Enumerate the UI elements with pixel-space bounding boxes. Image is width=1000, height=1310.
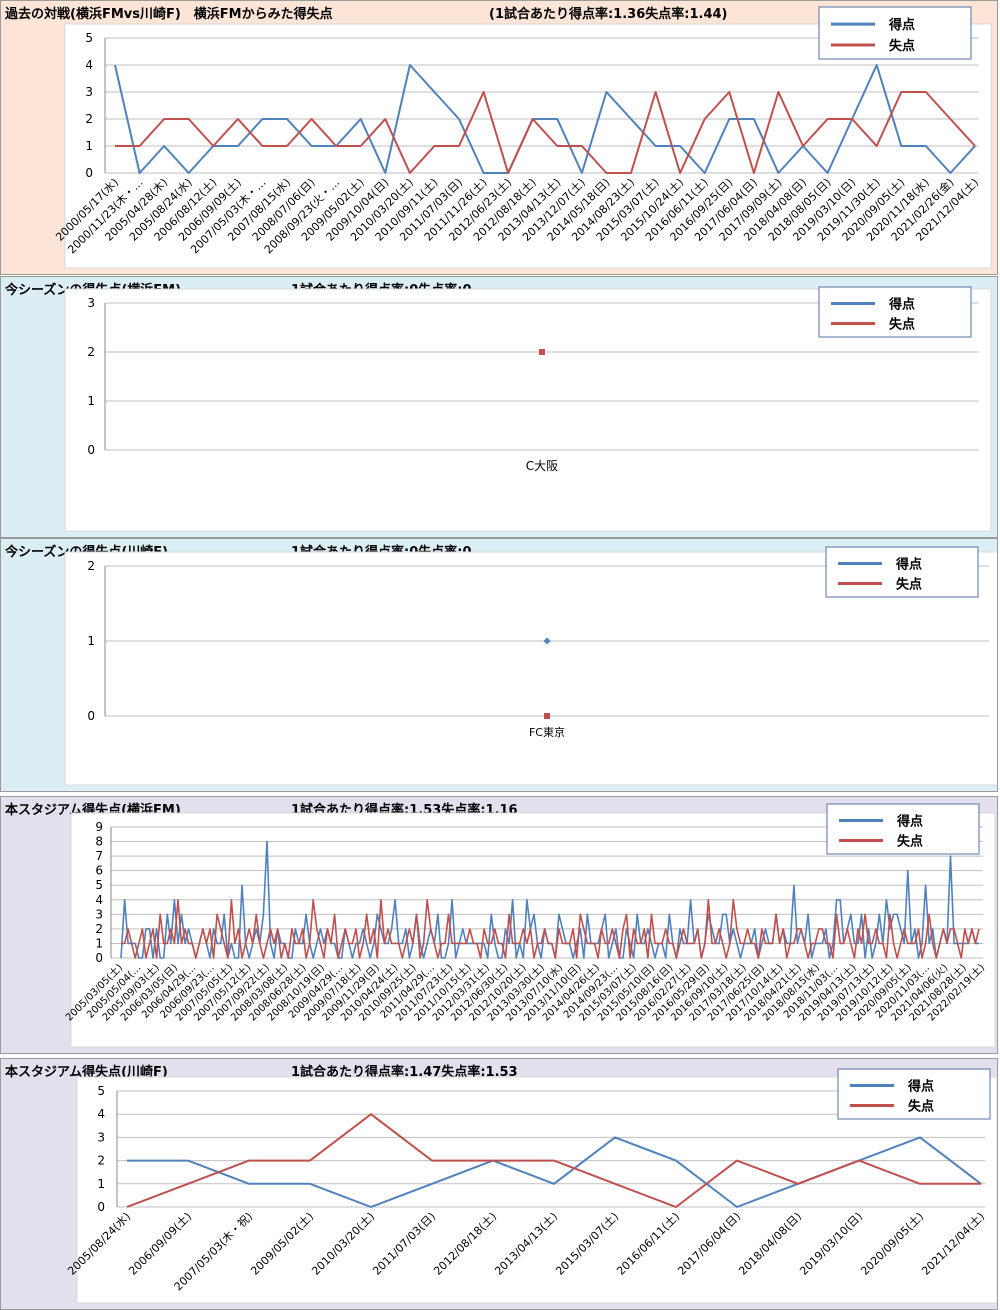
legend-label-goal: 得点 <box>895 557 922 573</box>
legend-label-loss: 失点 <box>908 1099 934 1115</box>
y-tick-label: 2 <box>85 112 93 126</box>
y-tick-label: 0 <box>87 709 95 723</box>
legend: 得点失点 <box>825 546 979 598</box>
x-tick-label: FC東京 <box>529 725 565 739</box>
season-yokohama-panel: 今シーズンの得失点(横浜FM) 1試合あたり得点率:0失点率:0 0123C大阪… <box>0 276 998 538</box>
y-tick-label: 2 <box>87 345 95 359</box>
x-tick-label: C大阪 <box>526 459 558 473</box>
y-tick-label: 4 <box>85 58 93 72</box>
legend: 得点失点 <box>837 1068 991 1120</box>
stadium-yokohama-chart: 01234567892005/03/05(土)2005/05/04(…2005/… <box>63 803 996 1048</box>
y-tick-label: 8 <box>95 835 103 849</box>
legend: 得点失点 <box>826 803 980 855</box>
y-tick-label: 1 <box>87 394 95 408</box>
y-tick-label: 3 <box>97 1130 105 1144</box>
data-point-loss <box>544 713 550 719</box>
stadium-yokohama-panel: 本スタジアム得失点(横浜FM) 1試合あたり得点率:1.53失点率:1.16 0… <box>0 796 998 1054</box>
data-point-loss <box>539 349 545 355</box>
y-tick-label: 0 <box>85 166 93 180</box>
y-tick-label: 5 <box>95 878 103 892</box>
legend: 得点失点 <box>818 6 972 60</box>
y-tick-label: 2 <box>95 922 103 936</box>
y-tick-label: 0 <box>97 1200 105 1214</box>
y-tick-label: 5 <box>97 1084 105 1098</box>
legend-label-goal: 得点 <box>888 17 915 33</box>
stadium-kawasaki-panel: 本スタジアム得失点(川崎F) 1試合あたり得点率:1.47失点率:1.53 01… <box>0 1058 998 1310</box>
y-tick-label: 6 <box>95 864 103 878</box>
y-tick-label: 3 <box>85 85 93 99</box>
head-to-head-panel: 過去の対戦(横浜FMvs川崎F) 横浜FMからみた得失点 (1試合あたり得点率:… <box>0 0 998 275</box>
y-tick-label: 1 <box>95 936 103 950</box>
y-tick-label: 3 <box>87 296 95 310</box>
stadium-kawasaki-chart: 0123452005/08/24(水)2006/09/09(土)2007/05/… <box>65 1068 997 1304</box>
legend-label-loss: 失点 <box>896 577 922 593</box>
legend-label-loss: 失点 <box>889 317 915 333</box>
y-tick-label: 4 <box>95 893 103 907</box>
head-to-head-chart: 0123452000/05/17(水)2000/11/23(木・…2005/04… <box>53 6 992 269</box>
season-yokohama-chart: 0 1 2 3 C大阪 得点失点 <box>64 286 992 532</box>
y-tick-label: 9 <box>95 820 103 834</box>
y-tick-label: 1 <box>85 139 93 153</box>
y-tick-label: 0 <box>87 443 95 457</box>
y-tick-label: 1 <box>97 1177 105 1191</box>
y-tick-label: 0 <box>95 951 103 965</box>
y-tick-label: 1 <box>87 634 95 648</box>
y-tick-label: 2 <box>97 1154 105 1168</box>
legend-label-loss: 失点 <box>889 38 915 54</box>
legend-label-loss: 失点 <box>897 834 923 850</box>
y-tick-label: 7 <box>95 849 103 863</box>
y-tick-label: 4 <box>97 1107 105 1121</box>
legend-label-goal: 得点 <box>907 1079 934 1095</box>
y-tick-label: 2 <box>87 559 95 573</box>
y-tick-label: 5 <box>85 31 93 45</box>
legend-label-goal: 得点 <box>888 297 915 313</box>
legend-label-goal: 得点 <box>896 814 923 830</box>
legend: 得点失点 <box>818 286 972 338</box>
season-kawasaki-panel: 今シーズンの得失点(川崎F) 1試合あたり得点率:0失点率:0 012FC東京得… <box>0 538 998 792</box>
season-kawasaki-chart: 0 1 2 FC東京 得点失点 <box>64 546 997 786</box>
y-tick-label: 3 <box>95 907 103 921</box>
